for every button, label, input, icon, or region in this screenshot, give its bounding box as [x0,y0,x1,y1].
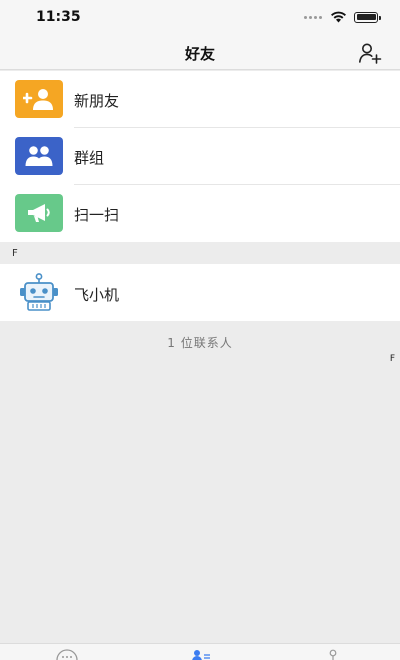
page-title: 好友 [184,45,215,63]
contact-name: 飞小机 [74,286,120,304]
add-friend-button[interactable] [358,41,382,65]
index-bar-letter[interactable]: F [390,354,395,364]
group-icon [15,137,63,175]
section-header: F [0,242,400,264]
groups-label: 群组 [74,149,105,167]
contact-row[interactable]: 飞小机 [0,264,400,321]
cellular-signal-icon [304,15,322,19]
section-letter: F [12,248,18,259]
megaphone-icon [15,194,63,232]
new-friends-label: 新朋友 [74,92,120,110]
add-contact-icon [15,80,63,118]
contacts-tab-icon[interactable] [192,649,212,660]
robot-icon [20,273,58,311]
scan-item[interactable]: 扫一扫 [0,185,400,242]
status-time: 11:35 [36,9,81,25]
new-friends-item[interactable]: 新朋友 [0,71,400,128]
chat-bubble-icon[interactable] [56,649,78,660]
scan-label: 扫一扫 [74,206,120,224]
wifi-icon [331,11,346,23]
nav-bar: 好友 [0,36,400,70]
status-bar: 11:35 [0,0,400,36]
friends-screen: 11:35 好友 新朋友 群组 扫一扫 F 飞小机 1 位联系人 F [0,0,400,660]
tab-bar [0,643,400,660]
profile-tab-icon[interactable] [327,649,339,660]
contact-count: 1 位联系人 [167,336,233,350]
groups-item[interactable]: 群组 [0,128,400,185]
function-menu: 新朋友 群组 扫一扫 [0,71,400,242]
status-icons [304,11,381,23]
battery-icon [354,11,381,23]
